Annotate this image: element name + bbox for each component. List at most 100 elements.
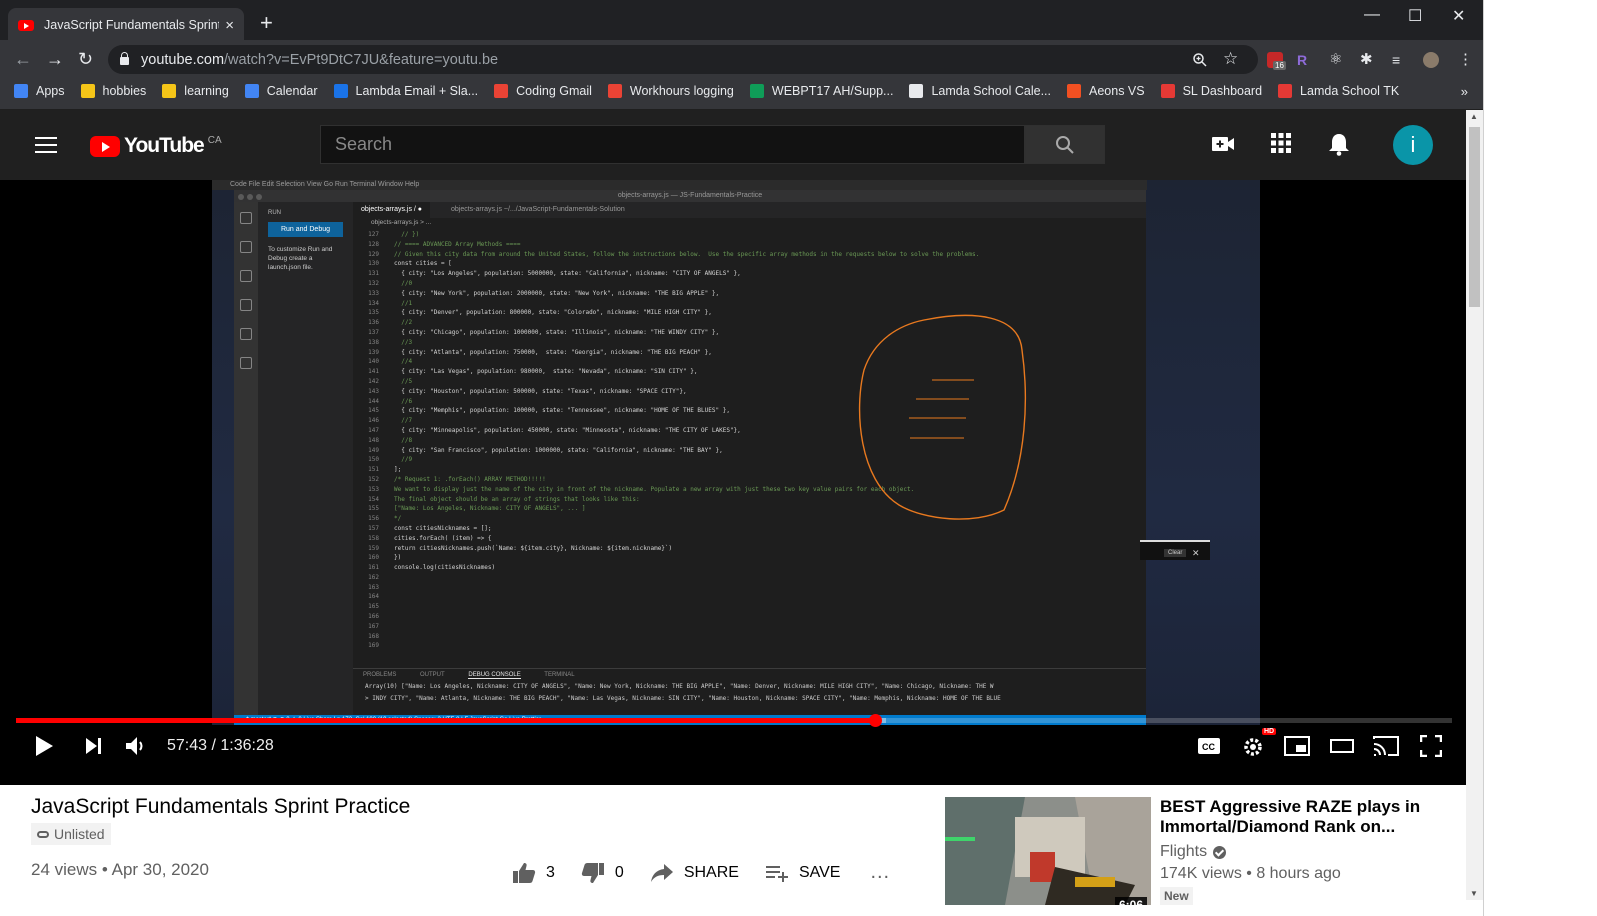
zoom-icon[interactable] [1192,52,1208,68]
bookmark-item[interactable]: SL Dashboard [1160,84,1262,98]
run-debug-icon [240,299,252,311]
scroll-down-arrow-icon[interactable]: ▼ [1470,889,1478,898]
apps-grid-icon[interactable] [1270,132,1292,154]
bookmarks-overflow-icon[interactable]: » [1461,84,1468,99]
bookmark-item[interactable]: Lamda School Cale... [909,84,1051,98]
notifications-bell-icon[interactable] [1328,132,1350,156]
share-button[interactable]: SHARE [650,863,739,883]
page-scrollbar[interactable]: ▲ ▼ [1466,110,1483,900]
next-video-icon[interactable] [85,737,103,755]
extensions-puzzle-icon[interactable]: ✱ [1360,52,1376,68]
captions-icon[interactable]: CC [1197,737,1221,755]
chrome-menu-icon[interactable]: ⋮ [1458,52,1474,68]
bookmark-item[interactable]: Apps [14,84,65,98]
line-number: 128 [368,240,379,248]
more-actions-icon[interactable]: ... [870,861,890,884]
scrollbar-thumb[interactable] [1469,127,1480,307]
line-number: 168 [368,632,379,640]
bookmark-favicon-icon [162,84,177,98]
guide-menu-icon[interactable] [35,137,57,153]
close-window-button[interactable]: ✕ [1452,6,1465,26]
bookmark-item[interactable]: hobbies [80,84,146,98]
bookmark-item[interactable]: Calendar [244,84,318,98]
bookmark-favicon-icon [749,84,764,98]
scrubber-handle[interactable] [868,714,882,727]
bookmark-item[interactable]: Lamda School TK [1278,84,1399,98]
time-display: 57:43 / 1:36:28 [167,737,274,754]
line-number: 147 [368,426,379,434]
like-button[interactable]: 3 [512,862,555,884]
panel-tab: OUTPUT [420,672,445,678]
new-tab-button[interactable]: + [260,12,273,34]
recommended-thumbnail[interactable]: 6:06 [945,797,1151,905]
line-number: 166 [368,613,379,621]
run-and-debug-button: Run and Debug [268,222,343,237]
bookmark-item[interactable]: learning [162,84,229,98]
search-input[interactable] [335,134,1024,155]
maximize-button[interactable]: ☐ [1408,6,1422,26]
address-bar[interactable]: youtube.com /watch?v=EvPt9DtC7JU&feature… [108,45,1258,74]
source-control-icon [240,270,252,282]
volume-icon[interactable] [125,736,147,756]
bookmark-favicon-icon [1160,84,1175,98]
account-avatar[interactable]: i [1393,125,1433,165]
line-number: 143 [368,387,379,395]
search-button[interactable] [1025,125,1105,164]
youtube-masthead: YouTube CA i [0,110,1483,180]
channel-name: Flights [1160,843,1208,860]
forward-arrow-icon[interactable]: → [46,49,64,70]
line-number: 151 [368,466,379,474]
back-arrow-icon[interactable]: ← [14,49,32,70]
miniplayer-icon[interactable] [1284,736,1310,756]
r-extension-icon[interactable]: R [1297,52,1313,68]
recommended-title[interactable]: BEST Aggressive RAZE plays in Immortal/D… [1160,797,1460,837]
bookmark-star-icon[interactable]: ☆ [1223,49,1238,69]
bookmark-favicon-icon [607,84,622,98]
panel-tab-active: DEBUG CONSOLE [468,672,521,679]
link-icon [37,830,49,838]
bookmark-item[interactable]: Aeons VS [1067,84,1145,98]
video-actions: 3 0 SHARE SAVE ... [512,861,890,884]
media-queue-icon[interactable]: ≡ [1392,52,1408,68]
fullscreen-icon[interactable] [1420,735,1442,757]
line-number: 148 [368,436,379,444]
line-number: 153 [368,485,379,493]
tab-close-icon[interactable]: × [225,17,234,34]
youtube-logo[interactable]: YouTube CA [90,134,222,158]
scroll-up-arrow-icon[interactable]: ▲ [1470,112,1478,121]
line-number: 164 [368,593,379,601]
cast-icon[interactable] [1372,735,1400,757]
browser-tab-active[interactable]: JavaScript Fundamentals Sprint P × [8,8,244,42]
react-devtools-icon[interactable]: ⚛ [1329,52,1345,68]
orange-annotation-circle [858,314,1027,520]
line-number: 131 [368,270,379,278]
played-bar [16,718,875,723]
bookmark-item[interactable]: WEBPT17 AH/Supp... [749,84,894,98]
settings-gear-icon[interactable] [1242,736,1264,758]
theater-mode-icon[interactable] [1330,738,1354,754]
save-button[interactable]: SAVE [765,863,840,883]
bookmark-favicon-icon [80,84,95,98]
bookmark-item[interactable]: Coding Gmail [494,84,592,98]
recommended-channel[interactable]: Flights [1160,843,1227,861]
svg-text:CC: CC [1202,742,1215,752]
region-code: CA [207,134,222,146]
code-line: const cities = [ [394,260,452,268]
sidebar-hint: To customize Run and Debug create a laun… [268,246,333,271]
dislike-button[interactable]: 0 [581,862,624,884]
bookmark-item[interactable]: Lambda Email + Sla... [333,84,478,98]
recommended-video[interactable]: 6:06 BEST Aggressive RAZE plays in Immor… [945,797,1475,916]
play-icon[interactable] [34,735,54,757]
create-video-icon[interactable] [1211,132,1235,156]
extension-badge: 16 [1273,61,1286,70]
bookmark-item[interactable]: Workhours logging [607,84,734,98]
search-icon [240,241,252,253]
debug-console-panel: PROBLEMS OUTPUT DEBUG CONSOLE TERMINAL A… [353,668,1146,715]
reload-icon[interactable]: ↻ [78,49,93,70]
dislike-count: 0 [614,863,624,881]
progress-bar[interactable] [16,714,1452,727]
video-player[interactable]: Code File Edit Selection View Go Run Ter… [0,180,1483,785]
profile-avatar-icon[interactable] [1423,52,1439,68]
bookmark-label: WEBPT17 AH/Supp... [771,84,894,98]
minimize-button[interactable]: — [1364,6,1380,24]
